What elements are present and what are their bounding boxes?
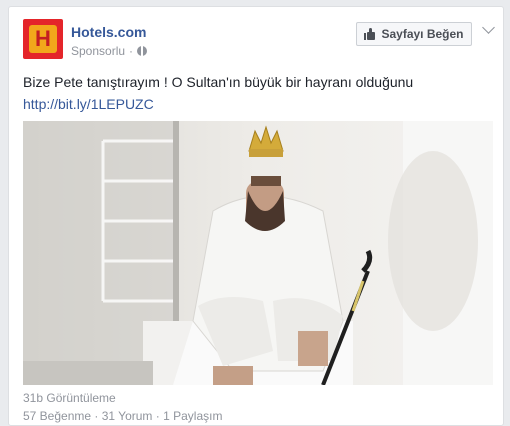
post-link[interactable]: http://bit.ly/1LEPUZC bbox=[23, 93, 493, 115]
chevron-down-icon[interactable] bbox=[482, 21, 495, 34]
sponsored-label: Sponsorlu · bbox=[71, 44, 148, 58]
post-text: Bize Pete tanıştırayım ! O Sultan'ın büy… bbox=[23, 71, 493, 115]
video-frame-image bbox=[23, 121, 493, 385]
globe-icon[interactable] bbox=[137, 46, 148, 56]
post-body: Bize Pete tanıştırayım ! O Sultan'ın büy… bbox=[23, 74, 414, 90]
thumbs-up-icon bbox=[364, 28, 376, 40]
page-name-link[interactable]: Hotels.com bbox=[71, 24, 146, 40]
sponsored-text[interactable]: Sponsorlu bbox=[71, 44, 125, 58]
reactions-summary[interactable]: 57 Beğenme · 31 Yorum · 1 Paylaşım bbox=[23, 409, 222, 423]
like-page-button[interactable]: Sayfayı Beğen bbox=[356, 22, 472, 46]
hotels-logo-icon[interactable]: H bbox=[23, 19, 63, 59]
separator: · bbox=[129, 44, 134, 58]
like-page-label: Sayfayı Beğen bbox=[381, 27, 464, 41]
views-count[interactable]: 31b Görüntüleme bbox=[23, 391, 116, 405]
video-player[interactable] bbox=[23, 121, 493, 385]
sponsored-post-card: H Hotels.com Sponsorlu · Sayfayı Beğen Bi… bbox=[8, 6, 504, 426]
